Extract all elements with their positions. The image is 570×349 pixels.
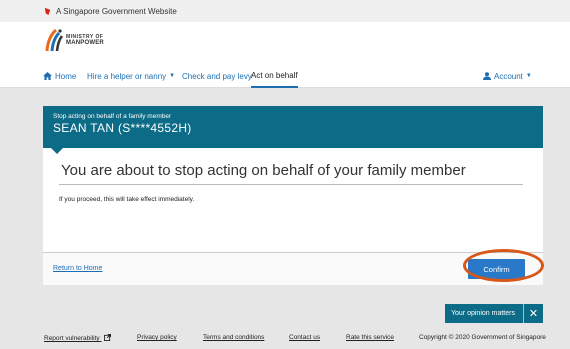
confirm-button[interactable]: Confirm — [468, 259, 525, 279]
close-icon[interactable]: ✕ — [523, 304, 543, 323]
footer-report-vulnerability-label: Report vulnerability — [44, 335, 100, 342]
footer-privacy-policy[interactable]: Privacy policy — [137, 334, 177, 341]
main-nav: Home Hire a helper or nanny ▼ Check and … — [0, 64, 570, 88]
home-icon — [43, 72, 52, 80]
chevron-down-icon: ▼ — [169, 73, 176, 79]
card-subtitle: Stop acting on behalf of a family member — [53, 113, 172, 120]
mom-logo[interactable]: MINISTRY OF MANPOWER — [44, 27, 104, 53]
header-notch — [51, 148, 63, 154]
brand-header: MINISTRY OF MANPOWER — [0, 22, 570, 64]
footer-contact-us[interactable]: Contact us — [289, 334, 320, 341]
family-member-name: SEAN TAN (S****4552H) — [53, 121, 192, 135]
nav-account[interactable]: Account ▼ — [483, 64, 532, 88]
nav-account-label: Account — [494, 71, 523, 81]
chevron-down-icon: ▼ — [525, 73, 532, 79]
logo-line-2: MANPOWER — [66, 40, 104, 46]
nav-home[interactable]: Home — [43, 64, 76, 88]
card-body-text: If you proceed, this will take effect im… — [59, 196, 195, 203]
title-divider — [59, 184, 523, 185]
feedback-button[interactable]: Your opinion matters — [445, 310, 523, 317]
nav-hire-helper[interactable]: Hire a helper or nanny ▼ — [87, 64, 175, 88]
nav-act-on-behalf[interactable]: Act on behalf — [251, 64, 298, 88]
footer-report-vulnerability[interactable]: Report vulnerability — [44, 334, 112, 342]
page-footer: Report vulnerability Privacy policy Term… — [0, 325, 570, 349]
nav-check-pay-levy[interactable]: Check and pay levy — [182, 64, 252, 88]
nav-hire-label: Hire a helper or nanny — [87, 71, 167, 81]
nav-check-label: Check and pay levy — [182, 71, 252, 81]
nav-act-label: Act on behalf — [251, 70, 298, 80]
nav-home-label: Home — [55, 71, 77, 81]
footer-copyright: Copyright © 2020 Government of Singapore — [419, 334, 546, 341]
stop-acting-card: Stop acting on behalf of a family member… — [43, 106, 543, 285]
return-to-home-link[interactable]: Return to Home — [53, 265, 102, 272]
user-icon — [483, 72, 491, 80]
lion-head-icon — [44, 7, 51, 15]
footer-terms-conditions[interactable]: Terms and conditions — [203, 334, 264, 341]
card-title: You are about to stop acting on behalf o… — [61, 162, 466, 179]
feedback-widget: Your opinion matters ✕ — [445, 304, 543, 323]
footer-rate-service[interactable]: Rate this service — [346, 334, 394, 341]
external-link-icon — [104, 334, 112, 341]
card-footer: Return to Home Confirm — [43, 252, 543, 285]
gov-masthead-text: A Singapore Government Website — [56, 6, 177, 16]
mom-logo-text: MINISTRY OF MANPOWER — [66, 34, 104, 46]
mom-logo-icon — [45, 28, 64, 52]
gov-masthead: A Singapore Government Website — [0, 0, 570, 22]
card-header: Stop acting on behalf of a family member… — [43, 106, 543, 148]
